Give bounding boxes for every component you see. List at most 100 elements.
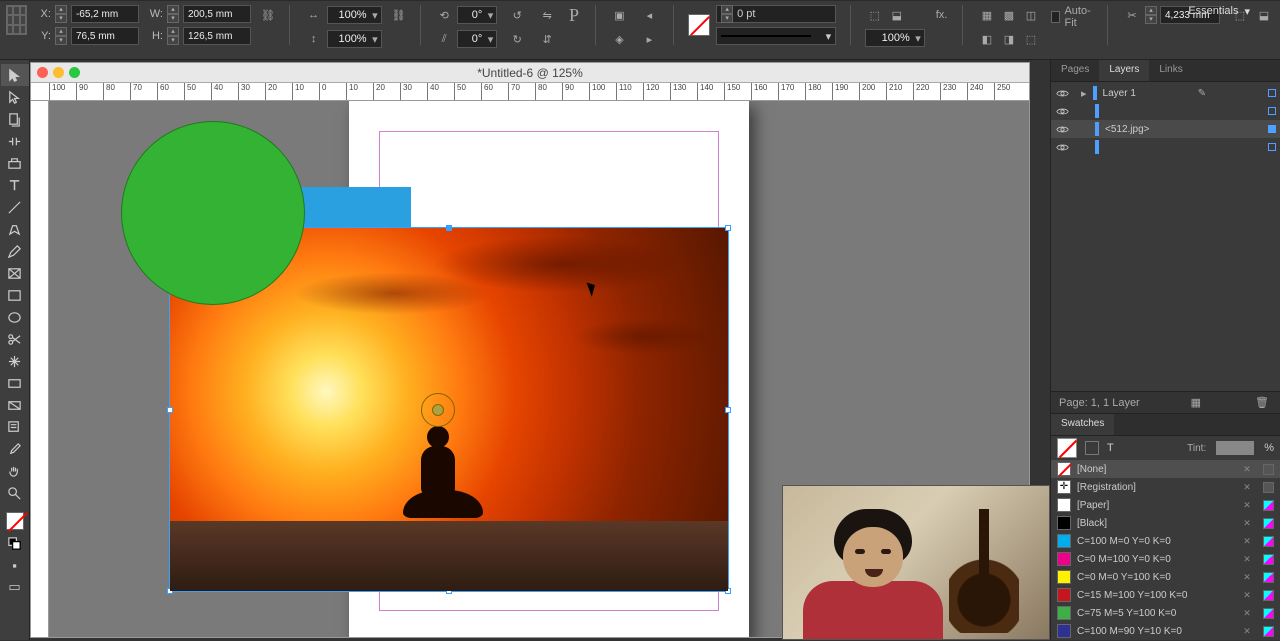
gradient-feather-tool[interactable] bbox=[1, 394, 29, 416]
swatch-container-icon[interactable] bbox=[1085, 441, 1099, 455]
zoom-tool[interactable] bbox=[1, 482, 29, 504]
flip-v-icon[interactable]: ⇵ bbox=[537, 29, 557, 49]
visibility-icon[interactable] bbox=[1055, 140, 1069, 154]
link-wh-icon[interactable]: ⛓ bbox=[261, 5, 275, 25]
select-prev-icon[interactable]: ◂ bbox=[639, 5, 659, 25]
x-input[interactable]: -65,2 mm bbox=[71, 5, 139, 23]
layer-row[interactable]: <512.jpg> bbox=[1051, 120, 1280, 138]
swatch-row[interactable]: C=0 M=100 Y=0 K=0 ✕ bbox=[1051, 550, 1280, 568]
handle-bm[interactable] bbox=[446, 588, 452, 594]
swatch-row[interactable]: [Registration] ✕ bbox=[1051, 478, 1280, 496]
note-tool[interactable] bbox=[1, 416, 29, 438]
visibility-icon[interactable] bbox=[1055, 86, 1069, 100]
handle-br[interactable] bbox=[725, 588, 731, 594]
scale-x-input[interactable]: 100% bbox=[327, 6, 382, 24]
handle-tm[interactable] bbox=[446, 225, 452, 231]
layer-row[interactable] bbox=[1051, 102, 1280, 120]
fill-frame-icon[interactable]: ◫ bbox=[1021, 5, 1041, 25]
y-input[interactable]: 76,5 mm bbox=[71, 27, 139, 45]
content-collector-tool[interactable] bbox=[1, 152, 29, 174]
pencil-tool[interactable] bbox=[1, 240, 29, 262]
swatch-text-icon[interactable]: T bbox=[1107, 442, 1114, 454]
gap-tool[interactable] bbox=[1, 130, 29, 152]
select-indicator[interactable] bbox=[1268, 143, 1276, 151]
swatch-fill-proxy[interactable] bbox=[1057, 438, 1077, 458]
rectangle-tool[interactable] bbox=[1, 284, 29, 306]
stroke-style-select[interactable]: ▾ bbox=[716, 27, 836, 45]
visibility-icon[interactable] bbox=[1055, 122, 1069, 136]
eyedropper-tool[interactable] bbox=[1, 438, 29, 460]
swatch-row[interactable]: C=75 M=5 Y=100 K=0 ✕ bbox=[1051, 604, 1280, 622]
new-layer-icon[interactable]: ▦ bbox=[1186, 393, 1206, 413]
fill-none-swatch[interactable] bbox=[688, 14, 710, 36]
select-content-icon[interactable]: ◈ bbox=[609, 29, 629, 49]
fit-content-icon[interactable]: ▦ bbox=[977, 5, 997, 25]
select-indicator[interactable] bbox=[1268, 125, 1276, 133]
swatch-row[interactable]: C=15 M=100 Y=100 K=0 ✕ bbox=[1051, 586, 1280, 604]
swatch-row[interactable]: [None] ✕ bbox=[1051, 460, 1280, 478]
delete-layer-icon[interactable]: 🗑 bbox=[1252, 393, 1272, 413]
w-input[interactable]: 200,5 mm bbox=[183, 5, 251, 23]
type-tool[interactable] bbox=[1, 174, 29, 196]
fx-icon[interactable]: fx. bbox=[935, 5, 949, 25]
select-container-icon[interactable]: ▣ bbox=[609, 5, 629, 25]
tab-layers[interactable]: Layers bbox=[1099, 60, 1149, 81]
direct-selection-tool[interactable] bbox=[1, 86, 29, 108]
gradient-swatch-tool[interactable] bbox=[1, 372, 29, 394]
handle-ml[interactable] bbox=[167, 407, 173, 413]
hand-tool[interactable] bbox=[1, 460, 29, 482]
apply-color-icon[interactable]: ▪ bbox=[1, 554, 29, 576]
page-tool[interactable] bbox=[1, 108, 29, 130]
link-scale-icon[interactable]: ⛓ bbox=[392, 5, 406, 25]
h-input[interactable]: 126,5 mm bbox=[183, 27, 251, 45]
layer-row[interactable] bbox=[1051, 138, 1280, 156]
rotate-cw-icon[interactable]: ↻ bbox=[507, 29, 527, 49]
line-tool[interactable] bbox=[1, 196, 29, 218]
ruler-horizontal[interactable]: 1009080706050403020100102030405060708090… bbox=[31, 83, 1029, 101]
ruler-vertical[interactable] bbox=[31, 101, 49, 637]
fit-frame-prop-icon[interactable]: ⬚ bbox=[1021, 29, 1041, 49]
stroke-weight-input[interactable]: ▴▾0 pt bbox=[716, 5, 836, 23]
balance-icon[interactable]: ⬚ bbox=[865, 5, 885, 25]
layer-row[interactable]: ▸ Layer 1 ✎ bbox=[1051, 84, 1280, 102]
select-next-icon[interactable]: ▸ bbox=[639, 29, 659, 49]
handle-mr[interactable] bbox=[725, 407, 731, 413]
corner-options-icon-2[interactable]: ⬓ bbox=[1254, 5, 1274, 25]
scale-y-input[interactable]: 100% bbox=[327, 30, 382, 48]
fill-stroke-swap[interactable] bbox=[1, 510, 29, 532]
select-indicator[interactable] bbox=[1268, 89, 1276, 97]
visibility-icon[interactable] bbox=[1055, 104, 1069, 118]
disclosure-icon[interactable]: ▸ bbox=[1081, 87, 1087, 100]
view-mode-icon[interactable]: ▭ bbox=[1, 576, 29, 598]
reference-point-grid[interactable] bbox=[6, 5, 27, 35]
default-fill-stroke[interactable] bbox=[1, 532, 29, 554]
tab-links[interactable]: Links bbox=[1149, 60, 1192, 81]
autofit-toggle[interactable]: Auto-Fit bbox=[1051, 5, 1093, 29]
rotate-input[interactable]: 0° bbox=[457, 6, 497, 24]
tab-swatches[interactable]: Swatches bbox=[1051, 414, 1114, 435]
swatch-row[interactable]: C=100 M=0 Y=0 K=0 ✕ bbox=[1051, 532, 1280, 550]
fit-prop-icon[interactable]: ◨ bbox=[999, 29, 1019, 49]
swatch-row[interactable]: C=0 M=0 Y=100 K=0 ✕ bbox=[1051, 568, 1280, 586]
swatch-row[interactable]: [Paper] ✕ bbox=[1051, 496, 1280, 514]
opacity-input[interactable]: 100% bbox=[865, 29, 925, 47]
fit-frame-icon[interactable]: ▩ bbox=[999, 5, 1019, 25]
tint-input[interactable] bbox=[1216, 441, 1254, 455]
swatch-row[interactable]: C=100 M=90 Y=10 K=0 ✕ bbox=[1051, 622, 1280, 640]
content-grabber-icon[interactable] bbox=[421, 393, 455, 427]
pen-tool[interactable] bbox=[1, 218, 29, 240]
rectangle-frame-tool[interactable] bbox=[1, 262, 29, 284]
handle-bl[interactable] bbox=[167, 588, 173, 594]
wrap-icon[interactable]: ⬓ bbox=[887, 5, 907, 25]
pen-edit-icon[interactable]: ✎ bbox=[1192, 83, 1212, 103]
scissors-tool[interactable] bbox=[1, 328, 29, 350]
ellipse-tool[interactable] bbox=[1, 306, 29, 328]
transform-tool[interactable] bbox=[1, 350, 29, 372]
oval-object[interactable] bbox=[121, 121, 305, 305]
select-indicator[interactable] bbox=[1268, 107, 1276, 115]
workspace-switcher[interactable]: Essentials▾ bbox=[1188, 0, 1250, 22]
swatch-row[interactable]: [Black] ✕ bbox=[1051, 514, 1280, 532]
shear-input[interactable]: 0° bbox=[457, 30, 497, 48]
paragraph-icon[interactable]: P bbox=[567, 5, 581, 25]
handle-tr[interactable] bbox=[725, 225, 731, 231]
